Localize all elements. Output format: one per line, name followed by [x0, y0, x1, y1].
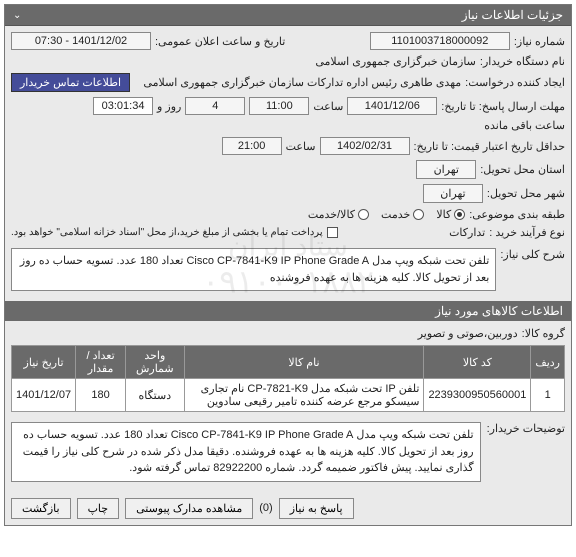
checkbox-icon[interactable]	[327, 227, 338, 238]
need-desc-value: تلفن تحت شبکه ویپ مدل Cisco CP-7841-K9 I…	[11, 248, 496, 291]
buy-type-label: نوع فرآیند خرید :	[489, 226, 565, 239]
radio-both[interactable]: کالا/خدمت	[308, 208, 369, 221]
supply-type-radios: کالا خدمت کالا/خدمت	[308, 208, 465, 221]
radio-goods[interactable]: کالا	[436, 208, 465, 221]
announce-label: تاریخ و ساعت اعلان عمومی:	[155, 35, 285, 48]
announce-value: 1401/12/02 - 07:30	[11, 32, 151, 50]
print-button[interactable]: چاپ	[77, 498, 120, 519]
countdown: 03:01:34	[93, 97, 153, 115]
reply-button[interactable]: پاسخ به نیاز	[279, 498, 354, 519]
validity-label: حداقل تاریخ اعتبار قیمت: تا تاریخ:	[414, 140, 565, 153]
chevron-down-icon[interactable]: ⌄	[13, 10, 21, 21]
deadline-time: 11:00	[249, 97, 309, 115]
group-value: دوربین،صوتی و تصویر	[418, 327, 518, 340]
details-panel: جزئیات اطلاعات نیاز ⌄ ستاد ایران ۰۹۱۰۰۰۱…	[4, 4, 572, 526]
buy-type-value: تدارکات	[449, 226, 485, 239]
radio-icon	[358, 209, 369, 220]
need-desc-label: شرح کلی نیاز:	[500, 244, 565, 295]
buyer-label: نام دستگاه خریدار:	[480, 55, 565, 68]
panel-title: جزئیات اطلاعات نیاز	[462, 8, 563, 22]
deadline-date: 1401/12/06	[347, 97, 437, 115]
table-row[interactable]: 1 2239300950560001 تلفن IP تحت شبکه مدل …	[12, 379, 565, 412]
panel-body: ستاد ایران ۰۹۱۰۰۰۱۸۸۲ شماره نیاز: 110100…	[5, 26, 571, 492]
deadline-label: مهلت ارسال پاسخ: تا تاریخ:	[441, 100, 565, 113]
city-value: تهران	[423, 184, 483, 203]
items-table: ردیف کد کالا نام کالا واحد شمارش تعداد /…	[11, 345, 565, 412]
buyer-notes-label: توضیحات خریدار:	[487, 418, 565, 435]
need-no-value: 1101003718000092	[370, 32, 510, 50]
panel-header[interactable]: جزئیات اطلاعات نیاز ⌄	[5, 5, 571, 26]
contact-button[interactable]: اطلاعات تماس خریدار	[11, 73, 130, 92]
supply-type-label: طبقه بندی موضوعی:	[469, 208, 565, 221]
back-button[interactable]: بازگشت	[11, 498, 71, 519]
pay-note: پرداخت تمام یا بخشی از مبلغ خرید،از محل …	[11, 227, 323, 238]
days-value: 4	[185, 97, 245, 115]
buyer-notes-value: تلفن تحت شبکه ویپ مدل Cisco CP-7841-K9 I…	[11, 422, 481, 482]
group-label: گروه کالا:	[522, 327, 565, 340]
province-label: استان محل تحویل:	[480, 163, 565, 176]
city-label: شهر محل تحویل:	[487, 187, 565, 200]
creator-value: مهدی طاهری رئیس اداره تدارکات سازمان خبر…	[134, 76, 461, 89]
buyer-value: سازمان خبرگزاری جمهوری اسلامی	[315, 55, 476, 68]
validity-time: 21:00	[222, 137, 282, 155]
radio-icon	[454, 209, 465, 220]
validity-date: 1402/02/31	[320, 137, 410, 155]
radio-service[interactable]: خدمت	[381, 208, 424, 221]
view-attachments-button[interactable]: مشاهده مدارک پیوستی	[125, 498, 253, 519]
attach-count: (0)	[259, 502, 272, 514]
table-header-row: ردیف کد کالا نام کالا واحد شمارش تعداد /…	[12, 346, 565, 379]
items-section-title: اطلاعات کالاهای مورد نیاز	[5, 301, 571, 321]
need-no-label: شماره نیاز:	[514, 35, 565, 48]
province-value: تهران	[416, 160, 476, 179]
creator-label: ایجاد کننده درخواست:	[465, 76, 565, 89]
radio-icon	[413, 209, 424, 220]
button-bar: پاسخ به نیاز (0) مشاهده مدارک پیوستی چاپ…	[5, 492, 571, 525]
